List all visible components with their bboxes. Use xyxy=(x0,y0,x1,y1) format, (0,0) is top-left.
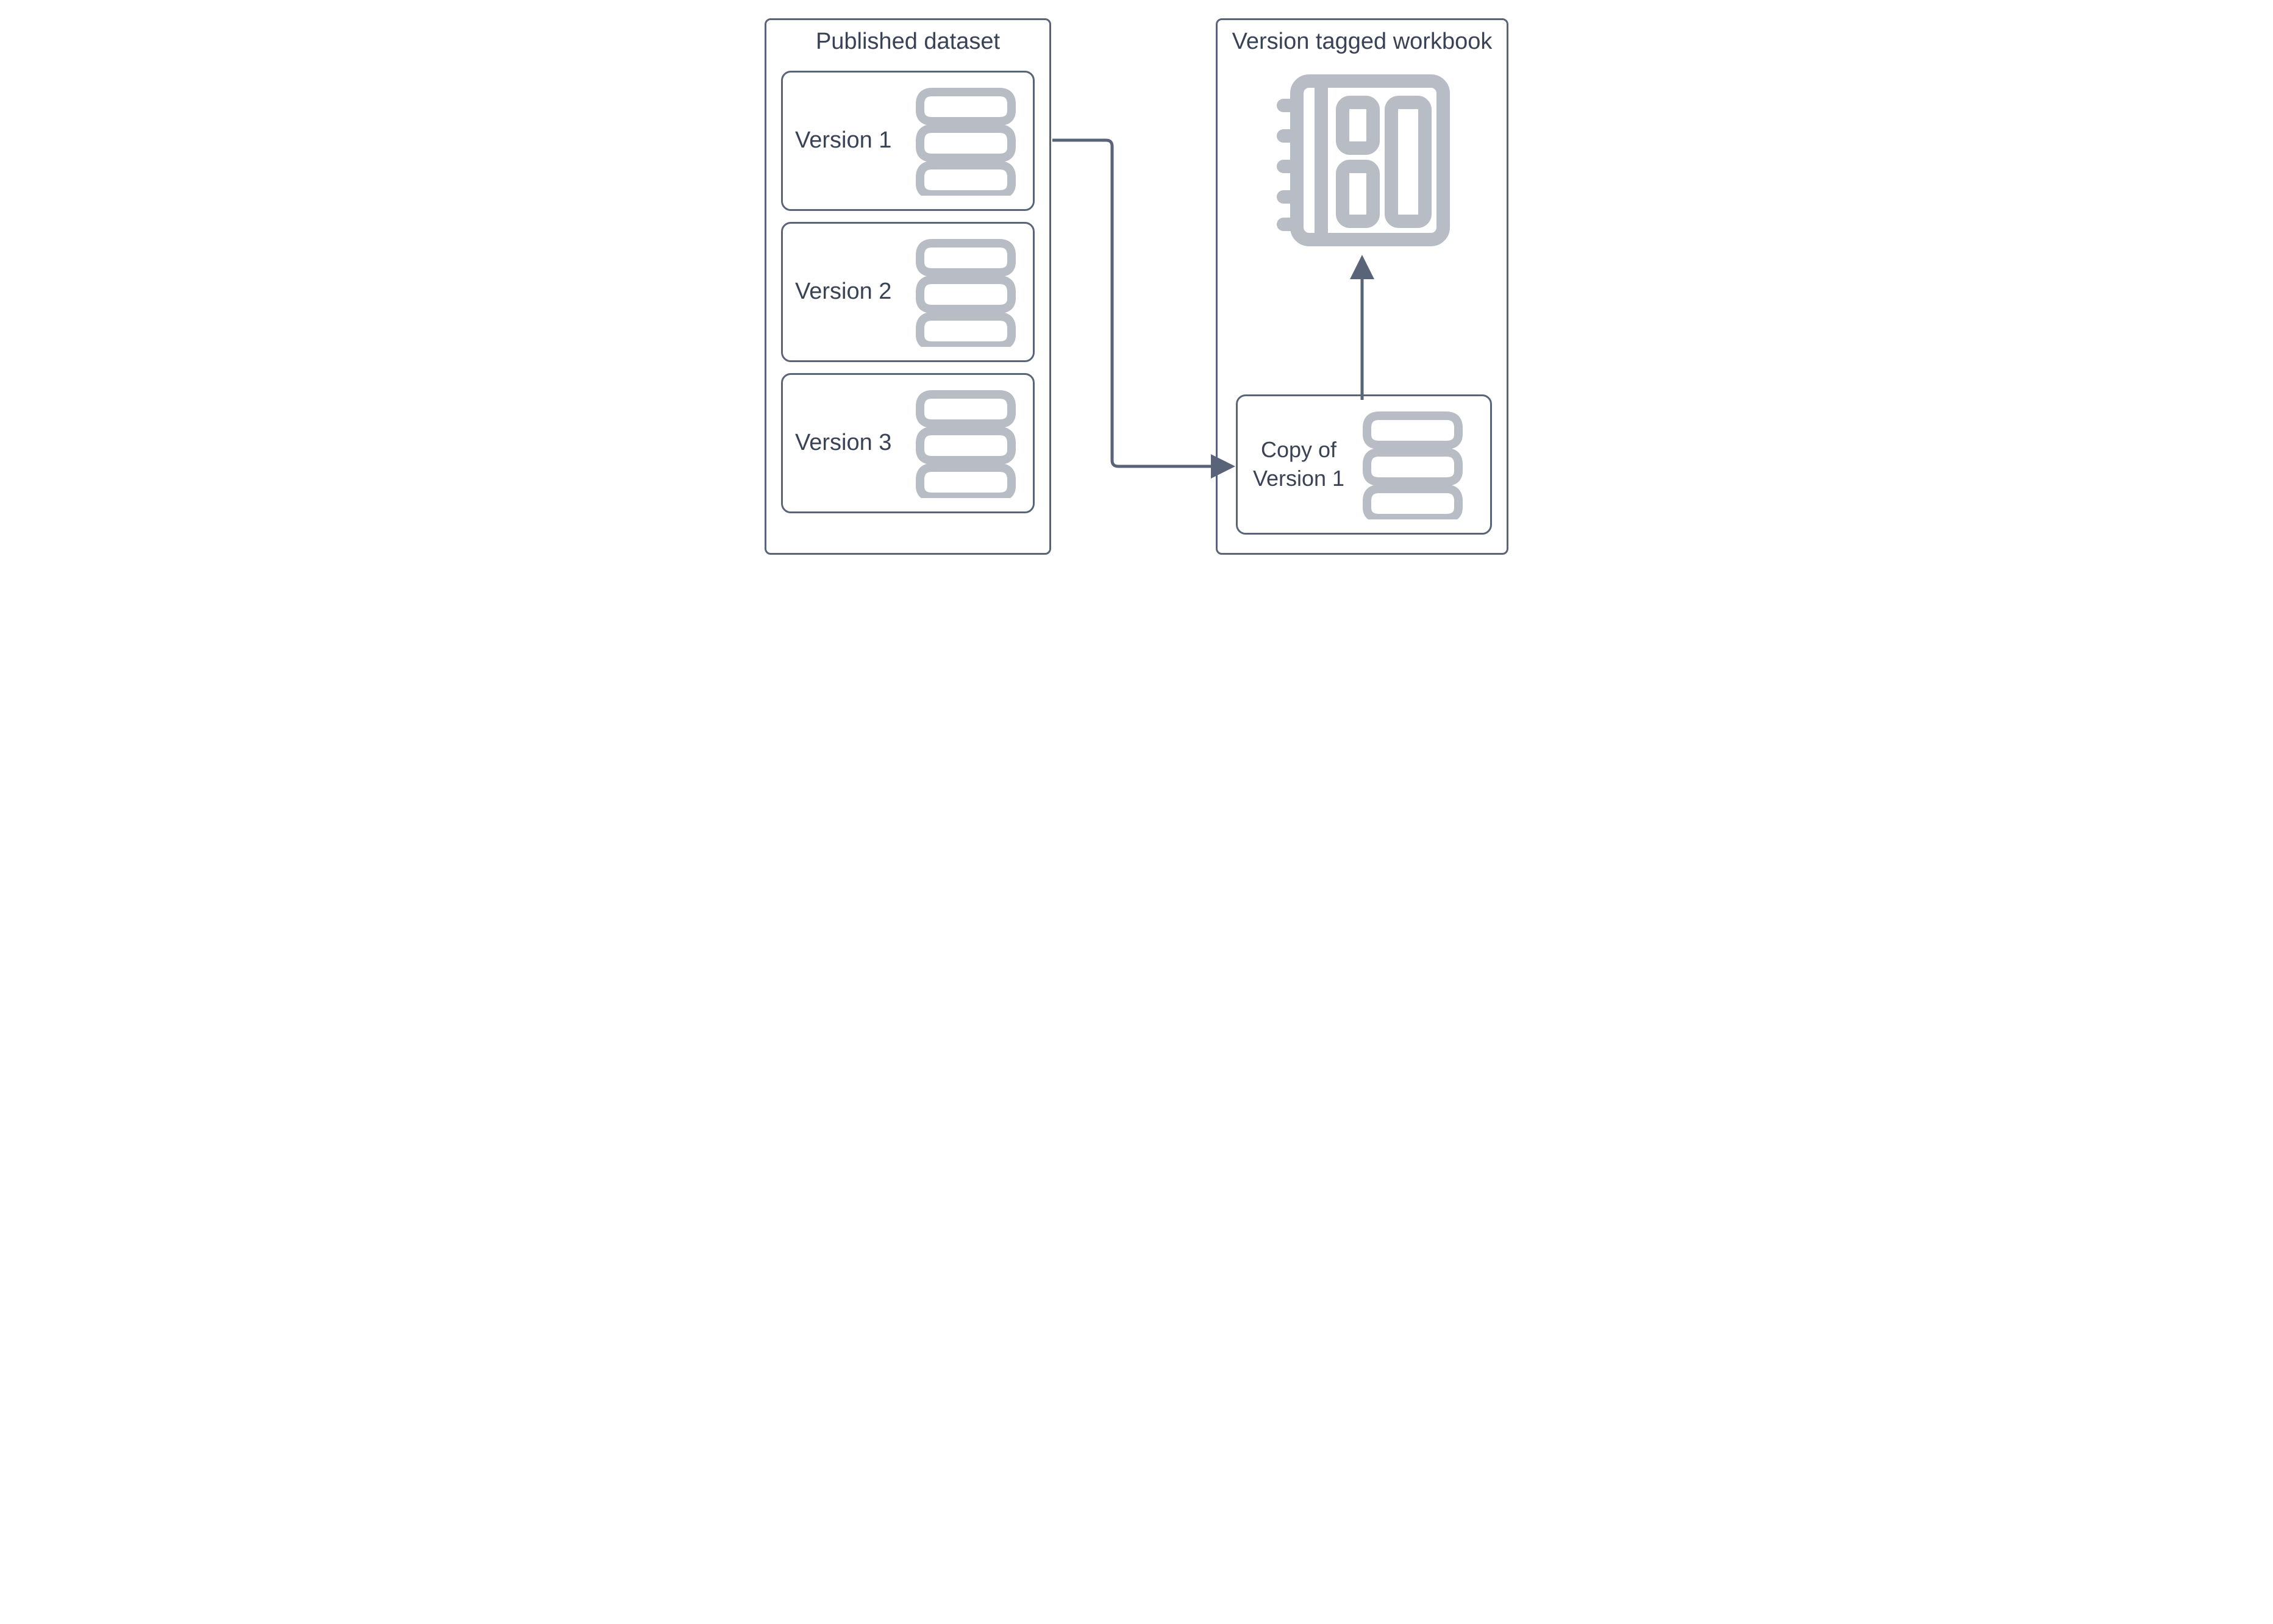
database-stack-icon xyxy=(1347,410,1478,519)
copy-card: Copy of Version 1 xyxy=(1236,394,1492,535)
version-card-1: Version 1 xyxy=(781,71,1035,211)
database-stack-icon xyxy=(911,237,1021,347)
version-label: Version 3 xyxy=(795,429,911,457)
arrow-version1-to-copy xyxy=(1052,140,1229,466)
workbook-title: Version tagged workbook xyxy=(1218,20,1507,60)
workbook-icon xyxy=(1272,69,1455,252)
database-stack-icon xyxy=(911,388,1021,498)
version-card-2: Version 2 xyxy=(781,222,1035,362)
version-card-3: Version 3 xyxy=(781,373,1035,513)
published-dataset-title: Published dataset xyxy=(766,20,1049,60)
copy-label: Copy of Version 1 xyxy=(1250,436,1347,493)
version-label: Version 1 xyxy=(795,127,911,155)
published-dataset-panel: Published dataset Version 1 Version 2 xyxy=(765,18,1051,555)
database-stack-icon xyxy=(911,86,1021,196)
workbook-panel: Version tagged workbook xyxy=(1216,18,1508,555)
diagram-container: Published dataset Version 1 Version 2 xyxy=(758,12,1515,561)
version-label: Version 2 xyxy=(795,278,911,306)
